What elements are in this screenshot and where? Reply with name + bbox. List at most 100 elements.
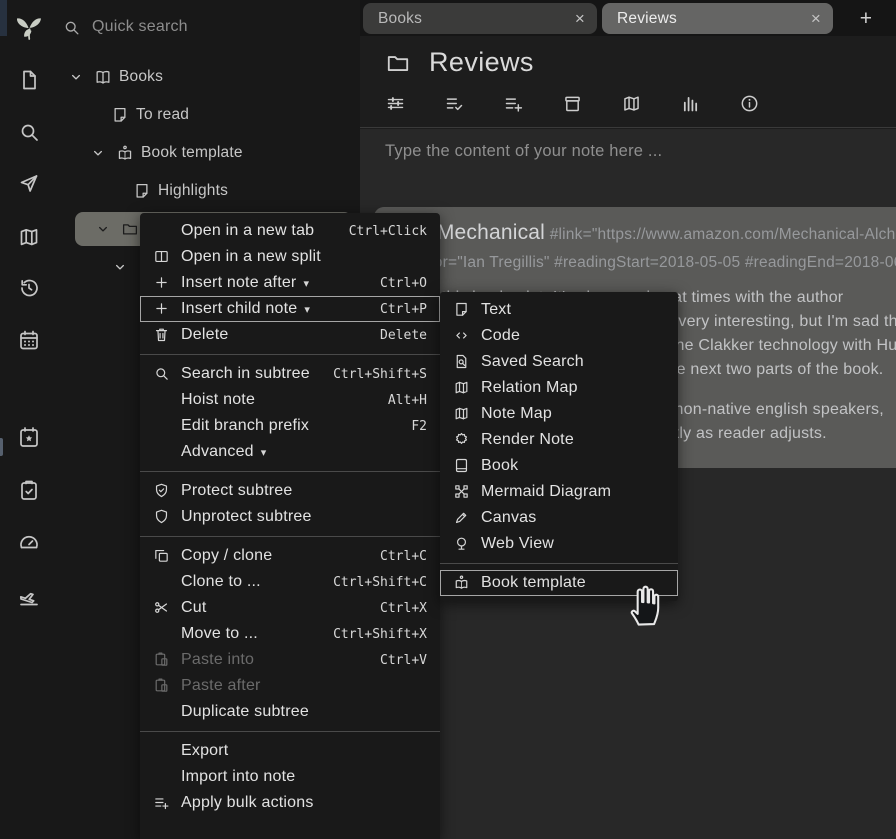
menu-item-web-view[interactable]: Web View	[440, 531, 678, 557]
menu-item-code[interactable]: Code	[440, 323, 678, 349]
launcher-calendar[interactable]	[17, 328, 41, 352]
quick-search-input[interactable]: Quick search	[62, 13, 352, 41]
search-icon	[62, 18, 81, 37]
menu-item-protect-subtree[interactable]: Protect subtree	[140, 478, 440, 504]
ribbon-list-check-button[interactable]	[444, 93, 465, 114]
paste-icon	[153, 677, 170, 694]
menu-separator	[140, 536, 440, 537]
expand-chevron[interactable]	[87, 144, 109, 162]
menu-item-saved-search[interactable]: Saved Search	[440, 349, 678, 375]
menu-item-insert-child-note[interactable]: Insert child note▾Ctrl+P	[140, 296, 440, 322]
menu-separator	[140, 731, 440, 732]
folder-icon	[385, 50, 411, 76]
new-tab-button[interactable]: +	[850, 3, 882, 34]
tab-close-icon[interactable]: ×	[565, 10, 585, 27]
menu-item-advanced[interactable]: Advanced▾	[140, 439, 440, 465]
tree-item-label: Highlights	[158, 182, 228, 200]
menu-item-export[interactable]: Export	[140, 738, 440, 764]
tree-item-books[interactable]: Books	[58, 58, 360, 96]
note-type-icon-slot	[92, 68, 114, 86]
bar-chart-icon	[680, 93, 701, 114]
menu-separator	[140, 354, 440, 355]
launcher-send[interactable]	[17, 171, 41, 195]
menu-item-note-map[interactable]: Note Map	[440, 401, 678, 427]
menu-item-book-template[interactable]: Book template	[440, 570, 678, 596]
card-attributes-line2: #author="Ian Tregillis" #readingStart=20…	[394, 250, 896, 276]
launcher-logo[interactable]	[13, 11, 45, 43]
note-title[interactable]: Reviews	[429, 47, 534, 78]
editor-placeholder: Type the content of your note here ...	[385, 142, 662, 161]
tree-item-highlights[interactable]: Highlights	[58, 172, 360, 210]
menu-item-open-in-a-new-split[interactable]: Open in a new split	[140, 244, 440, 270]
launcher-search[interactable]	[17, 120, 41, 144]
ribbon-sliders-button[interactable]	[385, 93, 406, 114]
expand-chevron[interactable]	[109, 258, 131, 276]
copy-icon	[153, 547, 170, 564]
plus-icon	[153, 274, 170, 291]
menu-item-relation-map[interactable]: Relation Map	[440, 375, 678, 401]
menu-item-insert-note-after[interactable]: Insert note after▾Ctrl+O	[140, 270, 440, 296]
list-plus-icon	[503, 93, 524, 114]
menu-item-text[interactable]: Text	[440, 297, 678, 323]
launcher-calendar-star[interactable]	[17, 425, 41, 449]
launcher-gauge[interactable]	[17, 531, 41, 555]
launcher-new-note[interactable]	[17, 68, 41, 92]
ribbon-list-plus-button[interactable]	[503, 93, 524, 114]
active-launcher-indicator	[0, 438, 3, 456]
book-reader-icon	[453, 574, 470, 591]
menu-item-search-in-subtree[interactable]: Search in subtreeCtrl+Shift+S	[140, 361, 440, 387]
menu-item-delete[interactable]: DeleteDelete	[140, 322, 440, 348]
mermaid-icon	[453, 483, 470, 500]
menu-item-move-to[interactable]: Move to ...Ctrl+Shift+X	[140, 621, 440, 647]
chevron-down-icon	[111, 258, 129, 276]
tab-books[interactable]: Books×	[363, 3, 597, 34]
map-icon	[621, 93, 642, 114]
menu-item-hoist-note[interactable]: Hoist noteAlt+H	[140, 387, 440, 413]
tab-reviews[interactable]: Reviews×	[602, 3, 833, 34]
ribbon-bar-chart-button[interactable]	[680, 93, 701, 114]
expand-chevron[interactable]	[92, 220, 114, 238]
menu-item-apply-bulk-actions[interactable]: Apply bulk actions	[140, 790, 440, 816]
folder-icon	[121, 220, 139, 238]
trash-icon	[153, 326, 170, 343]
ribbon-info-button[interactable]	[739, 93, 760, 114]
paste-icon	[153, 651, 170, 668]
expand-chevron[interactable]	[65, 68, 87, 86]
menu-item-import-into-note[interactable]: Import into note	[140, 764, 440, 790]
menu-item-duplicate-subtree[interactable]: Duplicate subtree	[140, 699, 440, 725]
tree-item-label: To read	[136, 106, 189, 124]
tree-item-to-read[interactable]: To read	[58, 96, 360, 134]
tree-context-menu: Open in a new tabCtrl+ClickOpen in a new…	[140, 213, 440, 839]
tab-close-icon[interactable]: ×	[801, 10, 821, 27]
launcher-plane[interactable]	[17, 585, 41, 609]
insert-child-note-submenu: TextCodeSaved SearchRelation MapNote Map…	[440, 292, 678, 601]
ribbon-map-button[interactable]	[621, 93, 642, 114]
tree-item-book-template[interactable]: Book template	[58, 134, 360, 172]
history-icon	[17, 276, 41, 300]
menu-item-edit-branch-prefix[interactable]: Edit branch prefixF2	[140, 413, 440, 439]
launcher-map[interactable]	[17, 225, 41, 249]
ribbon-archive-button[interactable]	[562, 93, 583, 114]
menu-item-clone-to[interactable]: Clone to ...Ctrl+Shift+C	[140, 569, 440, 595]
launcher-bar	[0, 0, 58, 839]
menu-item-render-note[interactable]: Render Note	[440, 427, 678, 453]
menu-item-copy-clone[interactable]: Copy / cloneCtrl+C	[140, 543, 440, 569]
menu-item-cut[interactable]: CutCtrl+X	[140, 595, 440, 621]
menu-item-canvas[interactable]: Canvas	[440, 505, 678, 531]
menu-item-book[interactable]: Book	[440, 453, 678, 479]
file-icon	[453, 301, 470, 318]
info-icon	[739, 93, 760, 114]
launcher-history[interactable]	[17, 276, 41, 300]
quick-search-placeholder: Quick search	[92, 18, 188, 36]
map-icon	[453, 405, 470, 422]
launcher-clipboard-check[interactable]	[17, 478, 41, 502]
plus-icon	[153, 300, 170, 317]
menu-item-paste-after[interactable]: Paste after	[140, 673, 440, 699]
menu-item-mermaid-diagram[interactable]: Mermaid Diagram	[440, 479, 678, 505]
menu-item-paste-into[interactable]: Paste intoCtrl+V	[140, 647, 440, 673]
menu-item-unprotect-subtree[interactable]: Unprotect subtree	[140, 504, 440, 530]
list-check-icon	[444, 93, 465, 114]
corner-strip	[0, 0, 7, 36]
menu-item-open-in-a-new-tab[interactable]: Open in a new tabCtrl+Click	[140, 218, 440, 244]
note-type-icon-slot	[119, 220, 141, 238]
